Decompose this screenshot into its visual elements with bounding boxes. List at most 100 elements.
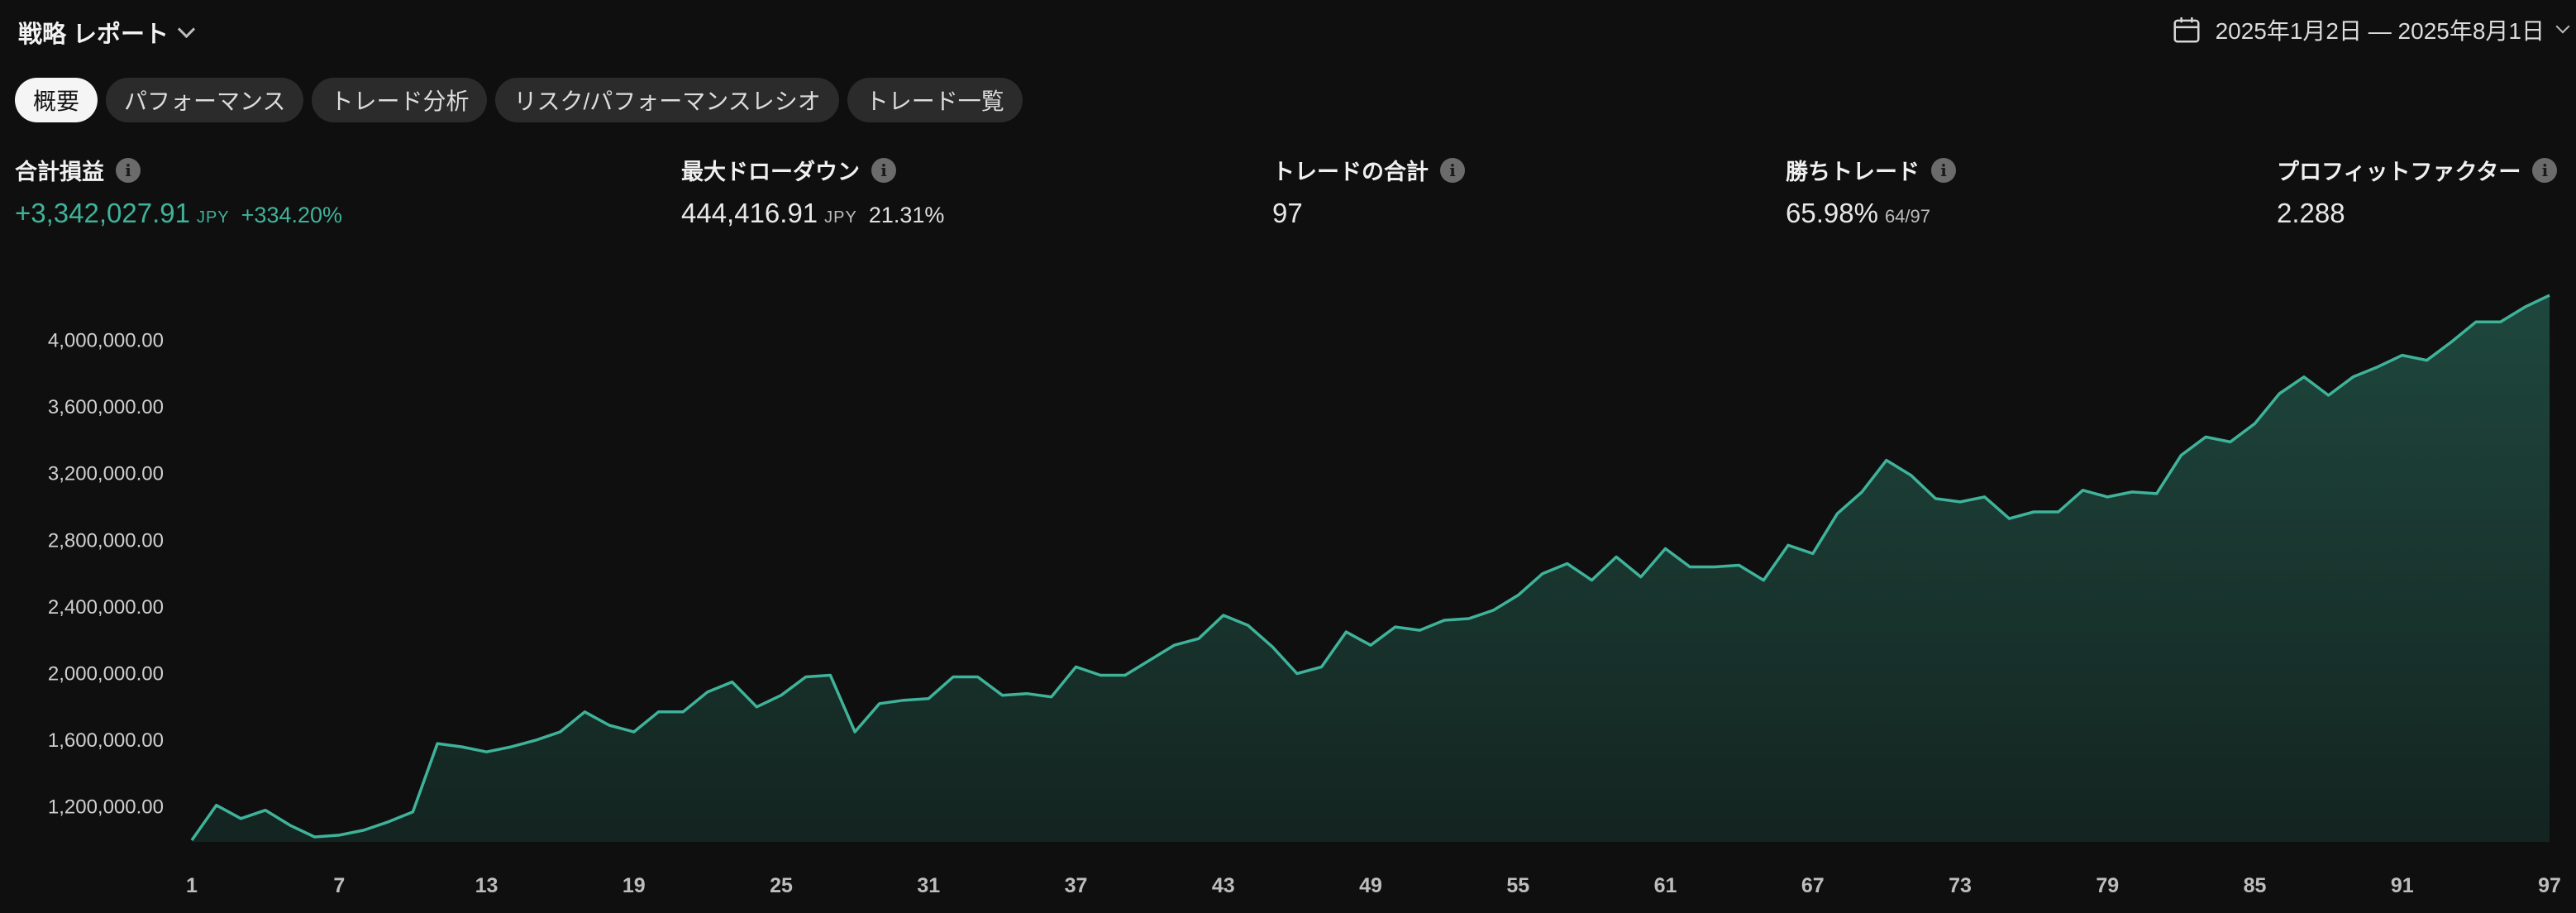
data-point	[778, 692, 785, 699]
data-point	[1294, 671, 1300, 677]
data-point	[336, 832, 342, 839]
data-point	[1834, 510, 1841, 517]
data-point	[1711, 564, 1718, 571]
y-tick-label: 2,000,000.00	[48, 663, 164, 686]
data-point	[1957, 499, 1963, 505]
data-point	[459, 743, 465, 750]
data-point	[1048, 694, 1055, 700]
data-point	[312, 834, 318, 840]
data-point	[2301, 374, 2307, 380]
data-point	[237, 815, 244, 822]
data-point	[2252, 420, 2259, 427]
x-tick-label: 85	[2244, 874, 2267, 897]
data-point	[1392, 624, 1399, 630]
x-tick-label: 55	[1506, 874, 1529, 897]
y-tick-label: 2,400,000.00	[48, 596, 164, 619]
data-point	[1810, 550, 1816, 557]
data-point	[1932, 495, 1939, 502]
data-point	[1343, 629, 1349, 635]
data-point	[2030, 509, 2037, 515]
data-point	[680, 709, 686, 715]
data-point	[2448, 339, 2454, 346]
y-tick-label: 2,800,000.00	[48, 529, 164, 552]
x-tick-label: 79	[2096, 874, 2119, 897]
data-point	[1466, 615, 1472, 622]
x-tick-label: 67	[1801, 874, 1825, 897]
data-point	[1883, 457, 1890, 464]
data-point	[2202, 433, 2209, 440]
data-point	[852, 729, 858, 735]
data-point	[1785, 542, 1791, 548]
data-point	[2104, 494, 2111, 500]
equity-area	[192, 295, 2550, 843]
data-point	[1588, 577, 1595, 584]
data-point	[2424, 357, 2431, 364]
data-point	[1220, 612, 1227, 619]
data-point	[1319, 663, 1325, 670]
data-point	[656, 709, 662, 715]
data-point	[2473, 318, 2479, 325]
data-point	[188, 837, 195, 844]
data-point	[1613, 553, 1620, 560]
data-point	[1023, 691, 1030, 697]
data-point	[704, 689, 711, 696]
data-point	[1073, 663, 1080, 670]
x-tick-label: 49	[1359, 874, 1382, 897]
y-tick-label: 3,200,000.00	[48, 463, 164, 485]
data-point	[508, 743, 514, 750]
data-point	[2227, 438, 2234, 445]
data-point	[484, 748, 490, 755]
x-axis: 1 7 13 19 25 31 37 43 49 55 61 67 73 79 85 91 97	[186, 874, 2561, 897]
data-point	[2178, 452, 2184, 459]
data-point	[2154, 490, 2160, 497]
data-point	[2080, 487, 2087, 494]
y-tick-label: 4,000,000.00	[48, 330, 164, 352]
data-point	[409, 809, 416, 815]
data-point	[1195, 635, 1202, 642]
data-point	[532, 737, 539, 743]
data-point	[2521, 304, 2528, 310]
data-point	[2276, 390, 2283, 397]
data-point	[803, 674, 809, 681]
data-point	[1245, 622, 1252, 629]
y-tick-label: 3,600,000.00	[48, 396, 164, 418]
data-point	[999, 692, 1005, 699]
data-point	[2399, 352, 2406, 359]
y-tick-label: 1,600,000.00	[48, 729, 164, 752]
data-point	[1097, 672, 1104, 679]
x-tick-label: 25	[770, 874, 793, 897]
x-tick-label: 37	[1065, 874, 1088, 897]
x-tick-label: 13	[475, 874, 499, 897]
data-point	[581, 709, 588, 715]
data-point	[2349, 374, 2356, 380]
data-point	[753, 704, 760, 710]
data-point	[2129, 489, 2135, 495]
data-point	[876, 700, 883, 707]
x-tick-label: 97	[2538, 874, 2561, 897]
data-point	[262, 807, 269, 814]
x-tick-label: 31	[917, 874, 940, 897]
data-point	[1686, 564, 1693, 571]
data-point	[1441, 617, 1448, 624]
data-point	[2006, 515, 2012, 522]
data-point	[557, 729, 564, 735]
y-axis: 1,200,000.00 1,600,000.00 2,000,000.00 2,40…	[48, 330, 164, 819]
y-tick-label: 1,200,000.00	[48, 796, 164, 819]
data-point	[1638, 574, 1644, 581]
data-point	[1269, 643, 1276, 650]
data-point	[975, 674, 981, 681]
data-point	[2497, 318, 2504, 325]
equity-curve-chart[interactable]: 1,200,000.00 1,600,000.00 2,000,000.00 2,40…	[0, 0, 2576, 913]
data-point	[1564, 561, 1571, 567]
data-point	[2326, 392, 2332, 399]
data-point	[606, 722, 613, 729]
data-point	[360, 827, 367, 834]
data-point	[1662, 545, 1669, 552]
data-point	[1736, 562, 1743, 569]
data-point	[631, 729, 637, 735]
data-point	[2055, 509, 2062, 515]
data-point	[1491, 607, 1497, 614]
data-point	[901, 697, 908, 704]
data-point	[1760, 577, 1767, 584]
data-point	[434, 740, 441, 747]
